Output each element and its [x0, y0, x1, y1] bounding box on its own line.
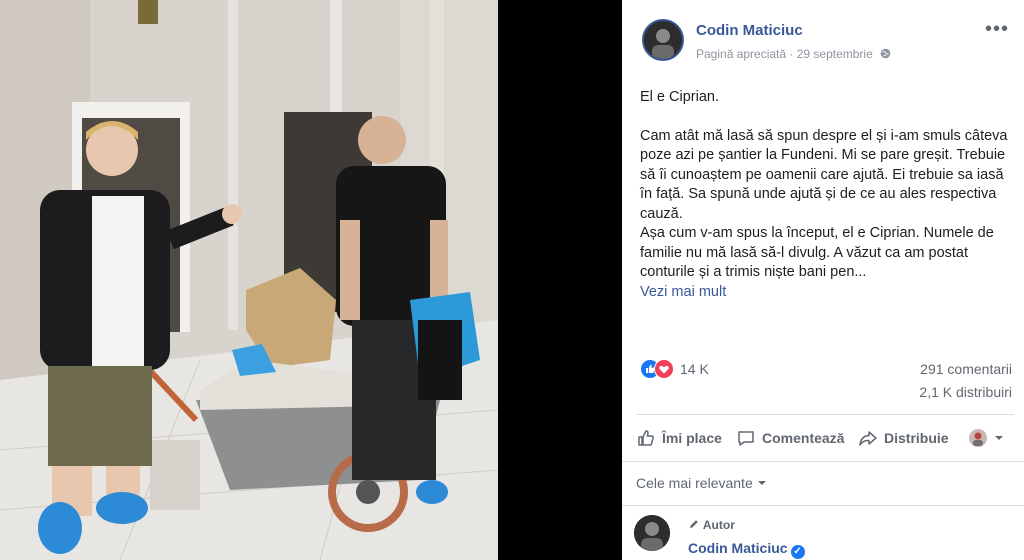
photo-viewer: [0, 0, 622, 560]
globe-icon: [880, 48, 891, 59]
post-paragraph: Cam atât mă lasă să spun despre el și i-…: [640, 127, 1008, 222]
post-header: Codin Maticiuc Pagină apreciată · 29 sep…: [642, 16, 1017, 66]
page-avatar-icon: [969, 429, 987, 447]
comments-sort-label: Cele mai relevante: [636, 475, 753, 491]
divider: [636, 414, 1014, 415]
action-bar: Îmi place Comentează Distribuie: [636, 422, 1014, 454]
divider: [622, 505, 1024, 506]
divider: [622, 461, 1024, 462]
share-button-label: Distribuie: [884, 430, 949, 446]
share-button[interactable]: Distribuie: [858, 422, 949, 454]
photo-illustration: [0, 0, 498, 560]
share-icon: [859, 431, 877, 446]
chevron-down-icon: [995, 436, 1003, 440]
author-badge: Autor: [688, 518, 735, 532]
post-photo[interactable]: [0, 0, 498, 560]
author-name[interactable]: Codin Maticiuc: [696, 22, 803, 39]
author-avatar[interactable]: [642, 19, 684, 61]
caret-down-icon: [757, 481, 766, 485]
comment-icon: [738, 431, 754, 446]
shares-count[interactable]: 2,1 K distribuiri: [919, 384, 1012, 400]
comments-sort-dropdown[interactable]: Cele mai relevante: [636, 475, 767, 491]
comments-count[interactable]: 291 comentarii: [920, 361, 1012, 377]
commenter-name-text: Codin Maticiuc: [688, 540, 788, 556]
react-as-selector[interactable]: [968, 422, 1010, 454]
commenter-name[interactable]: Codin Maticiuc ✓: [688, 540, 805, 559]
pencil-icon: [690, 520, 698, 528]
comment-button-label: Comentează: [762, 430, 845, 446]
thumbs-up-icon: [638, 430, 654, 446]
reactions-count[interactable]: 14 K: [680, 361, 709, 377]
author-avatar-image: [644, 21, 682, 59]
post-text: El e Ciprian. Cam atât mă lasă să spun d…: [640, 88, 1015, 302]
post-paragraph: Așa cum v-am spus la început, el e Cipri…: [640, 224, 1015, 283]
see-more-link[interactable]: Vezi mai mult: [640, 284, 726, 300]
commenter-avatar[interactable]: [634, 515, 670, 551]
love-reaction-icon[interactable]: [654, 359, 674, 379]
like-button[interactable]: Îmi place: [636, 422, 722, 454]
comment-button[interactable]: Comentează: [736, 422, 844, 454]
post-meta: Pagină apreciată · 29 septembrie: [696, 47, 891, 61]
like-button-label: Îmi place: [662, 430, 722, 446]
verified-badge-icon: ✓: [790, 545, 805, 559]
post-paragraph-text: Așa cum v-am spus la început, el e Cipri…: [640, 225, 994, 280]
post-meta-text: Pagină apreciată · 29 septembrie: [696, 47, 873, 61]
author-badge-label: Autor: [702, 518, 735, 532]
reactions-bar: 14 K 291 comentarii 2,1 K distribuiri: [640, 358, 1012, 400]
post-panel: Codin Maticiuc Pagină apreciată · 29 sep…: [622, 0, 1024, 560]
more-options-button[interactable]: •••: [985, 19, 1009, 39]
post-paragraph: El e Ciprian.: [640, 89, 719, 105]
